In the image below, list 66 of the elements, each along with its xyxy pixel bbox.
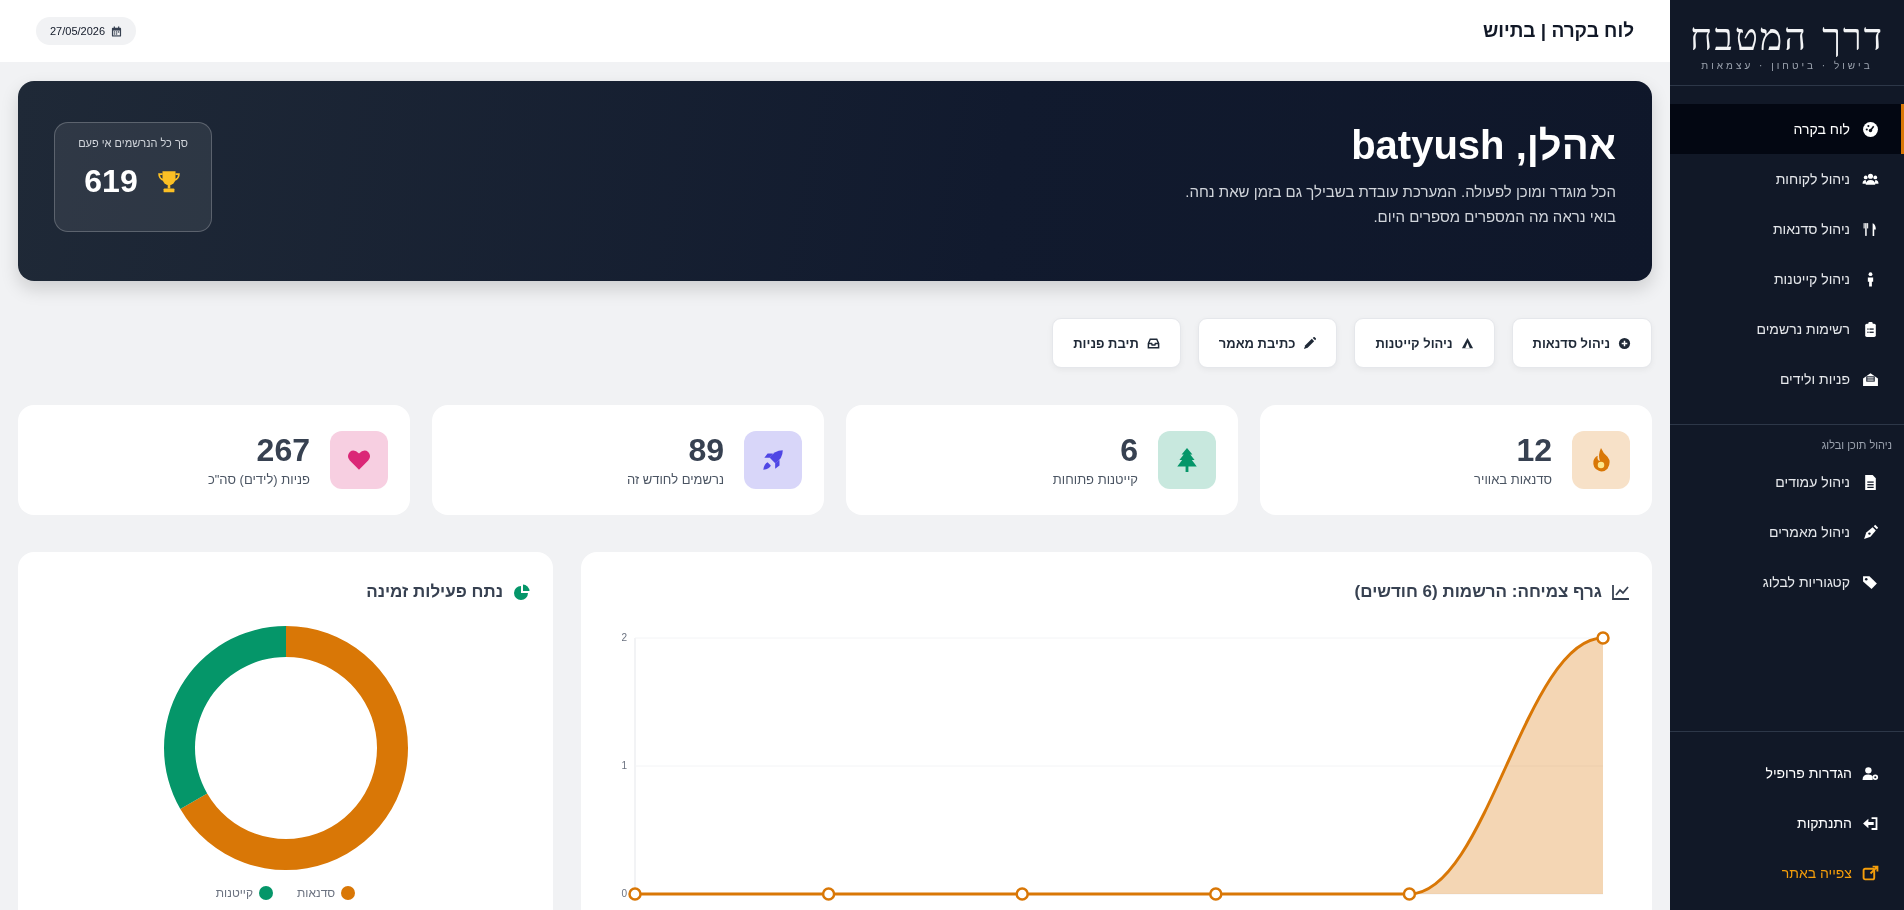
utensils-icon [1862, 220, 1879, 238]
data-point [628, 887, 642, 901]
quick-action-button[interactable]: תיבת פניות [1052, 318, 1181, 368]
document-icon [1862, 473, 1879, 491]
line-chart-icon [1612, 584, 1630, 600]
sidebar-link[interactable]: התנתקות [1670, 802, 1904, 844]
trophy-icon [155, 168, 182, 195]
plus-circle-icon [1618, 336, 1631, 350]
sidebar-item[interactable]: לוח בקרה [1670, 104, 1904, 154]
sidebar-item[interactable]: ניהול סדנאות [1670, 204, 1904, 254]
logo-title: דרך המטבח [1690, 18, 1884, 56]
total-value: 619 [84, 163, 138, 200]
sidebar-item[interactable]: ניהול לקוחות [1670, 154, 1904, 204]
sidebar-item[interactable]: פניות ולידים [1670, 354, 1904, 404]
stat-value: 267 [255, 432, 310, 469]
sidebar-item[interactable]: קטגוריות לבלוג [1670, 557, 1904, 607]
logo-tagline: בישול · ביטחון · עצמאות [1701, 60, 1873, 71]
quick-action-button[interactable]: כתיבת מאמר [1197, 318, 1338, 368]
stat-label: סדנאות באוויר [1474, 472, 1552, 488]
data-point [1015, 887, 1029, 901]
sign-out-icon [1862, 814, 1879, 832]
y-tick-label: 2 [621, 632, 628, 643]
data-point [1209, 887, 1223, 901]
clipboard-icon [1862, 320, 1879, 338]
total-label: סך כל הנרשמים אי פעם [78, 137, 188, 149]
external-link-icon [1862, 864, 1879, 882]
stat-value: 6 [1119, 432, 1138, 469]
pie-chart-icon [513, 584, 531, 600]
welcome-text: הכל מוגדר ומוכן לפעולה. המערכת עובדת בשבילך גם בזמן שאת נחה. [1185, 183, 1616, 200]
stat-value: 12 [1515, 432, 1552, 469]
y-tick-label: 1 [621, 760, 628, 771]
chart-title: גרף צמיחה: הרשמות (6 חודשים) [1354, 582, 1602, 602]
sidebar-link[interactable]: הגדרות פרופיל [1670, 752, 1904, 794]
stat-label: נרשמים לחודש זה [626, 472, 724, 488]
tag-icon [1862, 573, 1879, 591]
legend-label: קייטנות [215, 886, 254, 900]
sidebar-item[interactable]: ניהול קייטנות [1670, 254, 1904, 304]
user-gear-icon [1862, 764, 1879, 782]
legend-dot [259, 886, 274, 900]
stat-label: קייטנות פתוחות [1052, 472, 1138, 488]
quick-action-button[interactable]: ניהול סדנאות [1511, 318, 1652, 368]
y-axis: 0 1 2 [621, 632, 636, 899]
welcome-text: בואי נראה מה המספרים מספרים היום. [1372, 208, 1616, 225]
stat-value: 89 [687, 432, 724, 469]
y-tick-label: 0 [621, 888, 628, 899]
envelope-icon [1862, 370, 1879, 388]
gauge-icon [1862, 120, 1879, 138]
sidebar-section-title: ניהול תוכן ובלוג [1820, 438, 1893, 453]
tent-icon [1460, 336, 1474, 350]
quick-action-button[interactable]: ניהול קייטנות [1354, 318, 1495, 368]
legend-label: סדנאות [297, 886, 336, 900]
page-title: לוח בקרה | בתיוש [1482, 20, 1634, 42]
sidebar-link[interactable]: צפייה באתר [1670, 852, 1904, 894]
pen-icon [1303, 336, 1317, 350]
inbox-icon [1146, 336, 1160, 350]
sidebar-item[interactable]: ניהול עמודים [1670, 457, 1904, 507]
data-point [821, 887, 836, 901]
date-badge: 27/05/2026 [36, 17, 137, 45]
stat-label: פניות (לידים) סה"כ [207, 472, 310, 488]
pen-icon [1862, 523, 1879, 541]
legend-dot [341, 886, 356, 900]
calendar-icon [111, 25, 123, 37]
sidebar-item[interactable]: ניהול מאמרים [1670, 507, 1904, 557]
sidebar-item[interactable]: רשימות נרשמים [1670, 304, 1904, 354]
chart-title: נתח פעילות זמינה [366, 582, 503, 602]
welcome-title: אהלן, batyush [1350, 123, 1616, 167]
